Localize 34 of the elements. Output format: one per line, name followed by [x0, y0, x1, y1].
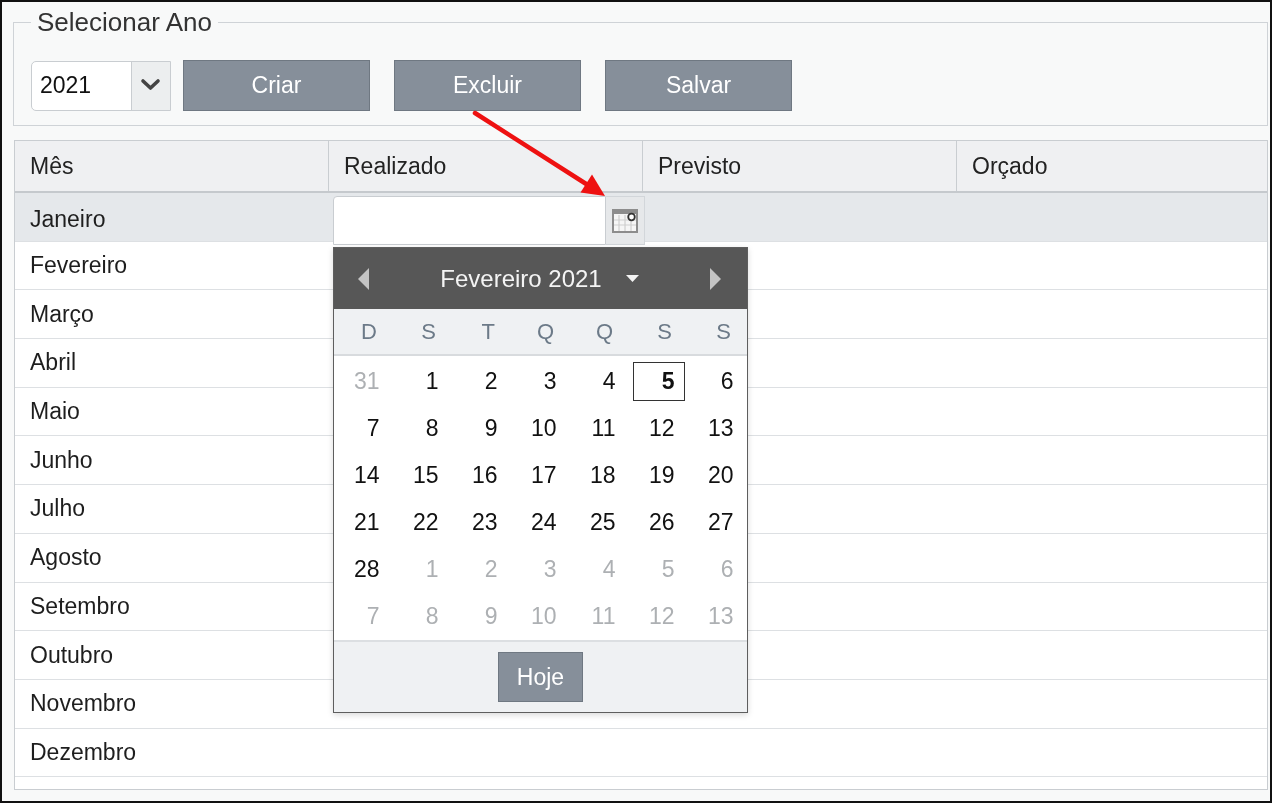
calendar-day[interactable]: 5 [632, 362, 685, 401]
weekday-label: S [656, 317, 673, 346]
weekday-label: D [360, 317, 378, 346]
table-cell: Abril [30, 349, 76, 377]
weekday-label: Q [594, 317, 614, 346]
fieldset-legend: Selecionar Ano [31, 7, 218, 37]
weekday-label: S [420, 317, 437, 346]
column-header: Previsto [643, 141, 957, 191]
triangle-right-icon [710, 267, 721, 290]
month-year-button[interactable]: Fevereiro 2021 [434, 260, 645, 297]
table-cell: Fevereiro [30, 252, 128, 280]
calendar-button[interactable] [606, 196, 645, 245]
caret-down-icon [625, 275, 639, 282]
table-row[interactable]: Janeiro [15, 193, 1267, 242]
table-cell: Julho [30, 495, 85, 523]
column-header: Orçado [971, 151, 1049, 181]
weekday-label: T [480, 317, 496, 346]
table-cell: Dezembro [30, 738, 137, 766]
table-cell: Agosto [30, 544, 102, 572]
triangle-left-icon [358, 267, 369, 290]
date-input[interactable] [333, 196, 606, 245]
chevron-icon[interactable] [131, 61, 170, 110]
table-cell: Setembro [30, 592, 130, 620]
table-cell: Janeiro [30, 205, 106, 233]
column-header: Mês [15, 141, 329, 191]
year-select[interactable]: 2021 [31, 60, 171, 111]
weekday-label: Q [535, 317, 555, 346]
weekday-label: S [715, 317, 732, 346]
table-cell: Junho [30, 446, 93, 474]
calendar-icon [612, 208, 638, 233]
table-cell: Maio [30, 398, 80, 426]
table-cell: Outubro [30, 641, 114, 669]
table-cell: Novembro [30, 690, 137, 718]
table-cell: Março [30, 300, 94, 328]
